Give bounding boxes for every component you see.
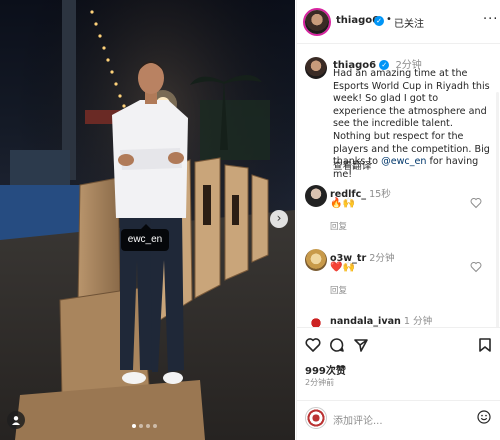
post-photo[interactable]: ewc_en › — [0, 0, 295, 440]
mention-link[interactable]: @ewc_en — [381, 156, 426, 167]
comments-scrollbar[interactable] — [496, 92, 499, 327]
share-icon[interactable] — [353, 337, 369, 353]
photo-scene — [0, 0, 295, 440]
see-translation-link[interactable]: 查看翻译 — [333, 158, 371, 172]
carousel-dots — [132, 424, 157, 428]
following-button[interactable]: 已关注 — [394, 15, 424, 30]
save-bookmark-icon[interactable] — [477, 337, 493, 353]
posted-time: 2分钟前 — [305, 378, 335, 387]
more-options-icon[interactable]: ··· — [483, 12, 498, 27]
header-separator: • — [386, 14, 392, 25]
carousel-dot — [146, 424, 150, 428]
user-tag-label[interactable]: ewc_en — [121, 224, 169, 251]
comment-username[interactable]: nandala_ivan — [330, 316, 401, 327]
comment-time: 2分钟 — [369, 253, 395, 264]
like-comment-heart-icon[interactable] — [470, 261, 482, 273]
viewer-avatar — [305, 407, 327, 429]
carousel-dot — [139, 424, 143, 428]
commenter-avatar[interactable] — [305, 312, 327, 327]
comment-time: 15秒 — [369, 189, 391, 200]
carousel-dot — [132, 424, 136, 428]
emoji-icon[interactable] — [477, 410, 491, 424]
tagged-users-button[interactable] — [7, 411, 25, 429]
user-icon — [12, 416, 20, 425]
author-avatar[interactable] — [305, 10, 329, 34]
caption-avatar[interactable] — [305, 57, 327, 79]
likes-count[interactable]: 999次赞 — [305, 362, 346, 377]
post-side-panel: thiago6 ✓ • 已关注 ··· thiago6 ✓ 2分钟 Had an… — [296, 0, 500, 440]
comment-item: o3w_tr 2分钟 ❤️🙌 回复 — [297, 249, 500, 304]
comment-item: redlfc_ 15秒 🔥🙌 回复 — [297, 185, 500, 240]
comment-icon[interactable] — [329, 337, 345, 353]
reply-button[interactable]: 回复 — [330, 220, 347, 232]
next-photo-button[interactable]: › — [270, 210, 288, 228]
post-dialog: ewc_en › thiago6 ✓ • 已关注 ··· thiago6 ✓ 2… — [0, 0, 500, 440]
like-comment-heart-icon[interactable] — [470, 197, 482, 209]
comments-list[interactable]: thiago6 ✓ 2分钟 Had an amazing time at the… — [297, 45, 500, 327]
post-actions: 999次赞 2分钟前 — [297, 327, 500, 401]
comment-text: 🔥🙌 — [330, 198, 355, 209]
add-comment-input[interactable]: 添加评论... — [333, 412, 383, 427]
post-header: thiago6 ✓ • 已关注 ··· — [297, 0, 500, 44]
like-heart-icon[interactable] — [305, 337, 321, 353]
chevron-right-icon: › — [276, 211, 282, 225]
reply-button[interactable]: 回复 — [330, 284, 347, 296]
comment-time: 1 分钟 — [403, 316, 433, 327]
caption-body: Had an amazing time at the Esports World… — [333, 68, 490, 168]
commenter-avatar[interactable] — [305, 249, 327, 271]
comment-item: nandala_ivan 1 分钟 — [297, 312, 500, 327]
add-comment-bar: 添加评论... — [297, 400, 500, 440]
author-username[interactable]: thiago6 — [336, 15, 379, 26]
verified-badge-icon: ✓ — [374, 16, 384, 26]
comment-text: ❤️🙌 — [330, 262, 355, 273]
commenter-avatar[interactable] — [305, 185, 327, 207]
carousel-dot — [153, 424, 157, 428]
comment-header: nandala_ivan 1 分钟 — [330, 313, 432, 327]
